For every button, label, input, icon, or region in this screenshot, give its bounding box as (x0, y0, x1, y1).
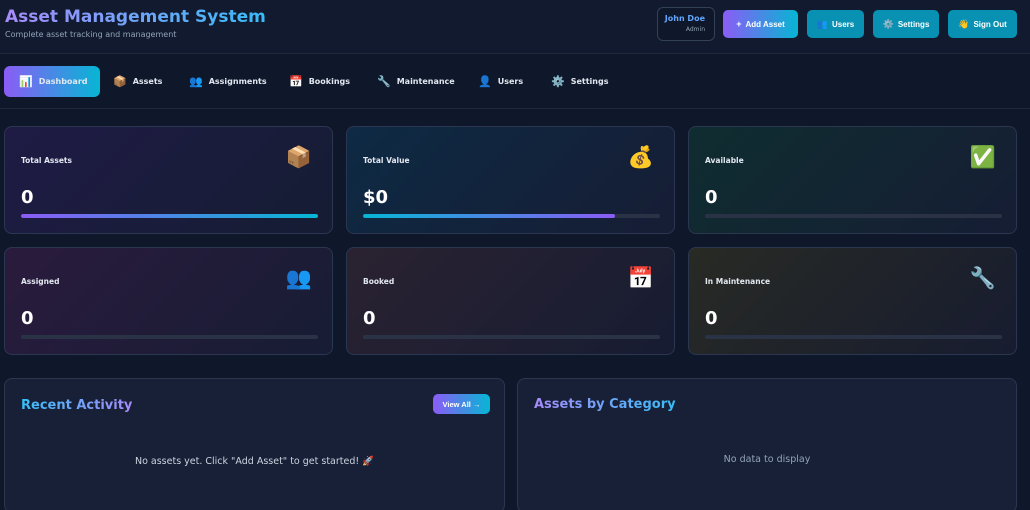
tab-label: Maintenance (396, 77, 455, 86)
app-subtitle: Complete asset tracking and management (5, 30, 177, 39)
panel-title: Assets by Category (534, 397, 676, 412)
stat-value: 0 (21, 187, 34, 208)
stat-card-assigned: Assigned 👥 0 (4, 247, 333, 355)
add-asset-button[interactable]: + Add Asset (723, 10, 798, 38)
waving-hand-icon: 👋 (958, 18, 970, 29)
tab-bookings[interactable]: 📅 Bookings (289, 66, 350, 97)
empty-state-message: No assets yet. Click "Add Asset" to get … (134, 456, 375, 467)
app-title: Asset Management System (5, 7, 266, 27)
sign-out-label: Sign Out (973, 19, 1007, 29)
wrench-icon: 🔧 (969, 266, 996, 290)
recent-activity-panel: Recent Activity View All → No assets yet… (4, 378, 505, 510)
add-asset-label: Add Asset (745, 19, 785, 29)
calendar-icon: 📅 (627, 266, 654, 290)
stat-value: 0 (363, 308, 376, 329)
tab-label: Assets (132, 77, 163, 86)
tab-settings[interactable]: ⚙️ Settings (551, 66, 608, 97)
stat-progress-track (705, 335, 1002, 339)
package-icon: 📦 (285, 145, 312, 169)
stat-progress-track (21, 335, 318, 339)
panel-title: Recent Activity (21, 398, 133, 413)
stat-card-available: Available ✅ 0 (688, 126, 1017, 234)
stat-card-in-maintenance: In Maintenance 🔧 0 (688, 247, 1017, 355)
tab-assets[interactable]: 📦 Assets (113, 66, 162, 97)
plus-icon: + (736, 18, 742, 29)
assets-by-category-panel: Assets by Category No data to display (517, 378, 1017, 510)
gear-icon: ⚙️ (551, 75, 565, 88)
package-icon: 📦 (113, 75, 127, 88)
tab-label: Users (497, 77, 524, 86)
users-button[interactable]: 👥 Users (807, 10, 864, 38)
tab-label: Dashboard (38, 77, 88, 86)
sign-out-button[interactable]: 👋 Sign Out (948, 10, 1017, 38)
stat-progress-track (363, 335, 660, 339)
stat-label: Available (705, 156, 744, 165)
settings-label: Settings (897, 19, 930, 29)
stat-value: 0 (705, 308, 718, 329)
stat-label: Assigned (21, 277, 60, 286)
stat-label: Total Value (363, 156, 410, 165)
stat-card-booked: Booked 📅 0 (346, 247, 675, 355)
gear-icon: ⚙️ (882, 18, 894, 29)
tab-label: Assignments (208, 77, 267, 86)
stat-value: $0 (363, 187, 389, 208)
stat-label: Booked (363, 277, 395, 286)
stat-progress-track (21, 214, 318, 218)
wrench-icon: 🔧 (377, 75, 391, 88)
stat-progress-fill (363, 214, 616, 218)
main-nav: 📊 Dashboard 📦 Assets 👥 Assignments 📅 Boo… (0, 56, 1030, 109)
stat-label: Total Assets (21, 156, 72, 165)
tab-label: Settings (570, 77, 609, 86)
users-icon: 👥 (189, 75, 203, 88)
tab-assignments[interactable]: 👥 Assignments (189, 66, 267, 97)
check-mark-icon: ✅ (969, 145, 996, 169)
tab-maintenance[interactable]: 🔧 Maintenance (377, 66, 455, 97)
stat-card-total-assets: Total Assets 📦 0 (4, 126, 333, 234)
stat-label: In Maintenance (705, 277, 771, 286)
user-role: Admin (685, 26, 705, 33)
stat-progress-track (705, 214, 1002, 218)
calendar-icon: 📅 (289, 75, 303, 88)
stat-progress-track (363, 214, 660, 218)
tab-label: Bookings (308, 77, 351, 86)
money-bag-icon: 💰 (627, 145, 654, 169)
stat-value: 0 (21, 308, 34, 329)
bar-chart-icon: 📊 (19, 75, 33, 88)
tab-users[interactable]: 👤 Users (478, 66, 523, 97)
settings-button[interactable]: ⚙️ Settings (873, 10, 939, 38)
users-label: Users (831, 19, 855, 29)
user-icon: 👤 (478, 75, 492, 88)
stat-progress-fill (21, 214, 318, 218)
app-header: Asset Management System Complete asset t… (0, 0, 1030, 54)
view-all-button[interactable]: View All → (433, 394, 490, 414)
empty-state-message: No data to display (723, 454, 811, 465)
users-icon: 👥 (816, 18, 828, 29)
users-icon: 👥 (285, 266, 312, 290)
user-profile-box[interactable]: John Doe Admin (657, 7, 715, 41)
stat-card-total-value: Total Value 💰 $0 (346, 126, 675, 234)
stat-value: 0 (705, 187, 718, 208)
user-name: John Doe (664, 14, 705, 23)
tab-dashboard[interactable]: 📊 Dashboard (4, 66, 100, 97)
